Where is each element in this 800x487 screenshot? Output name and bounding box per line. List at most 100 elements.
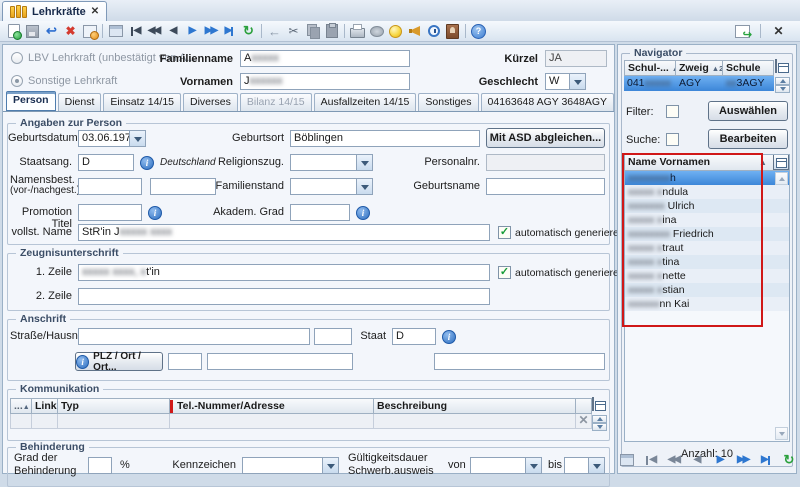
chevron-down-icon[interactable] (130, 130, 146, 147)
tab-dienst[interactable]: Dienst (58, 93, 102, 111)
ortsteil-field[interactable] (434, 353, 605, 370)
nav-forward-button[interactable]: ▶ (182, 23, 201, 40)
scroll-down-spinner[interactable] (775, 85, 790, 93)
zeile2-field[interactable] (78, 288, 490, 305)
nav-back-button[interactable]: ◀ (163, 23, 182, 40)
sort-column-header[interactable]: ...▲ (10, 398, 32, 414)
list-item[interactable]: xxxxxxx Ulrich (625, 199, 789, 213)
geburtsdatum-select[interactable]: 03.06.1974 (78, 130, 146, 147)
nav-first-button[interactable]: ◀ (125, 23, 144, 40)
nav-last-button[interactable]: ▶ (220, 23, 239, 40)
refresh-button[interactable]: ↻ (239, 23, 258, 40)
list-item[interactable]: xxxxxxxxh (625, 171, 789, 185)
row-down-spinner[interactable] (592, 423, 607, 431)
save-button[interactable] (23, 23, 42, 40)
chevron-down-icon[interactable] (357, 154, 373, 171)
hausnr-field[interactable] (314, 328, 352, 345)
nav-first-button[interactable]: ◀ (641, 452, 659, 469)
strasse-field[interactable] (78, 328, 310, 345)
nav-fastback-button[interactable]: ◀◀ (664, 452, 682, 469)
schul-column-header[interactable]: Schul-... ▲1 (624, 60, 676, 76)
table-settings-button[interactable] (592, 397, 594, 411)
tab-lehrkraefte[interactable]: Lehrkräfte ✕ (2, 1, 107, 21)
help-button[interactable]: ? (469, 23, 488, 40)
list-item[interactable]: xxxxx xndula (625, 185, 789, 199)
close-view-button[interactable]: ✕ (769, 23, 788, 40)
namensbest-vor-field[interactable] (78, 178, 142, 195)
vornamen-field[interactable]: Jxxxxxx (240, 73, 410, 90)
autogen-checkbox[interactable]: ✓ (498, 266, 511, 279)
akadem-grad-field[interactable] (290, 204, 350, 221)
auswaehlen-button[interactable]: Auswählen (708, 101, 788, 121)
list-item[interactable]: xxxxx xnette (625, 269, 789, 283)
nav-fastforward-button[interactable]: ▶▶ (734, 452, 752, 469)
vollst-name-field[interactable]: StR'in Jxxxxx xxxx (78, 224, 490, 241)
nav-fastback-button[interactable]: ◀◀ (144, 23, 163, 40)
hint-button[interactable] (386, 23, 405, 40)
info-icon[interactable]: i (140, 156, 154, 170)
table-cell[interactable] (32, 414, 58, 429)
list-item[interactable]: xxxxx xtraut (625, 241, 789, 255)
chevron-down-icon[interactable] (570, 73, 586, 90)
table-settings-button[interactable] (773, 154, 789, 170)
names-list-header[interactable]: Name Vornamen ▲ (625, 155, 789, 171)
plz-ort-button[interactable]: iPLZ / Ort / Ort... (75, 352, 163, 371)
geburtsname-field[interactable] (486, 178, 605, 195)
info-icon[interactable]: i (148, 206, 162, 220)
export-button[interactable] (367, 23, 386, 40)
refresh-button[interactable]: ↻ (780, 452, 798, 469)
familienstand-select[interactable] (290, 178, 373, 195)
nav-last-button[interactable]: ▶ (757, 452, 775, 469)
bearbeiten-button[interactable]: Bearbeiten (708, 129, 788, 149)
link-column-header[interactable]: Link (32, 398, 58, 414)
announce-button[interactable] (405, 23, 424, 40)
geschlecht-select[interactable]: W (545, 73, 586, 90)
table-cell[interactable] (170, 414, 374, 429)
scroll-down-arrow[interactable] (775, 427, 788, 440)
table-cell[interactable] (374, 414, 576, 429)
undo-button[interactable]: ↩ (42, 23, 61, 40)
ort-field[interactable] (207, 353, 353, 370)
new-record-button[interactable] (4, 23, 23, 40)
list-item[interactable]: xxxxx xina (625, 213, 789, 227)
list-item[interactable]: xxxxxxnn Kai (625, 297, 789, 311)
plz-field[interactable] (168, 353, 202, 370)
staat-field[interactable]: D (392, 328, 436, 345)
filter-checkbox[interactable] (666, 105, 679, 118)
nav-fastforward-button[interactable]: ▶▶ (201, 23, 220, 40)
print-button[interactable] (348, 23, 367, 40)
list-item[interactable]: xxxxx xstian (625, 283, 789, 297)
list-item[interactable]: xxxxxxxx Friedrich (625, 227, 789, 241)
nav-back-button[interactable]: ◀ (687, 452, 705, 469)
tab-person[interactable]: Person (6, 91, 56, 111)
chevron-down-icon[interactable] (589, 457, 605, 474)
von-select[interactable] (470, 457, 542, 474)
tel-column-header[interactable]: Tel.-Nummer/Adresse (170, 398, 374, 414)
radio-lbv-lehrkraft[interactable] (11, 52, 23, 64)
typ-column-header[interactable]: Typ (58, 398, 170, 414)
kennzeichen-select[interactable] (242, 457, 339, 474)
table-cell[interactable] (10, 414, 32, 429)
schule-column-header[interactable]: Schule (723, 60, 774, 76)
tab-schule[interactable]: 04163648 AGY 3648AGY (481, 93, 615, 111)
clear-row-icon[interactable]: ✕ (576, 414, 592, 429)
zeile1-field[interactable]: xxxxx xxxx, xt'in (78, 264, 490, 281)
back-button[interactable]: ← (265, 23, 284, 40)
cut-button[interactable]: ✂ (284, 23, 303, 40)
zweig-column-header[interactable]: Zweig ▲2 (676, 60, 723, 76)
beschreibung-column-header[interactable]: Beschreibung (374, 398, 576, 414)
autogen-checkbox[interactable]: ✓ (498, 226, 511, 239)
switch-window-button[interactable]: ↪ (733, 23, 752, 40)
mit-asd-abgleichen-button[interactable]: Mit ASD abgleichen... (486, 128, 605, 148)
grad-field[interactable] (88, 457, 112, 474)
tab-sonstiges[interactable]: Sonstiges (418, 93, 478, 111)
familienname-field[interactable]: Axxxxx (240, 50, 410, 67)
list-item[interactable]: xxxxx xtina (625, 255, 789, 269)
staatsang-field[interactable]: D (78, 154, 134, 171)
chevron-down-icon[interactable] (323, 457, 339, 474)
info-icon[interactable]: i (442, 330, 456, 344)
school-row-selected[interactable]: 041xxxxx AGY xx3AGY (624, 76, 774, 91)
religionszug-select[interactable] (290, 154, 373, 171)
nav-forward-button[interactable]: ▶ (711, 452, 729, 469)
geburtsort-field[interactable]: Böblingen (290, 130, 480, 147)
